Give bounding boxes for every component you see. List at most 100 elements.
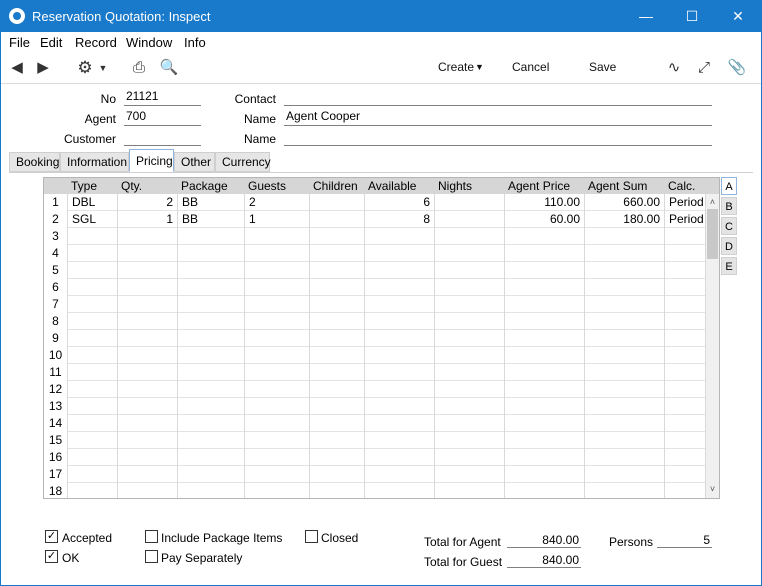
cell-qty[interactable]: 1 xyxy=(118,211,178,228)
cell-children[interactable] xyxy=(310,228,365,245)
column-header-nights[interactable]: Nights xyxy=(438,179,472,193)
cell-agent-sum[interactable] xyxy=(585,398,665,415)
cell-calc[interactable] xyxy=(665,449,706,466)
cell-package[interactable] xyxy=(178,364,245,381)
cell-type[interactable]: DBL xyxy=(68,194,118,211)
cell-agent-price[interactable] xyxy=(505,415,585,432)
cell-type[interactable] xyxy=(68,432,118,449)
cell-children[interactable] xyxy=(310,415,365,432)
cell-qty[interactable] xyxy=(118,347,178,364)
cell-nights[interactable] xyxy=(435,262,505,279)
cell-package[interactable]: BB xyxy=(178,194,245,211)
cell-agent-sum[interactable] xyxy=(585,245,665,262)
cell-package[interactable] xyxy=(178,381,245,398)
cell-type[interactable] xyxy=(68,415,118,432)
cell-nights[interactable] xyxy=(435,245,505,262)
cell-calc[interactable] xyxy=(665,296,706,313)
cell-guests[interactable] xyxy=(245,313,310,330)
cell-nights[interactable] xyxy=(435,415,505,432)
create-button[interactable]: Create xyxy=(438,60,474,74)
cell-children[interactable] xyxy=(310,211,365,228)
cell-agent-sum[interactable] xyxy=(585,279,665,296)
side-tab-e[interactable]: E xyxy=(721,257,737,275)
table-row[interactable]: 4 xyxy=(44,245,706,262)
persons-field[interactable]: 5 xyxy=(657,533,712,548)
cell-available[interactable] xyxy=(365,364,435,381)
cell-children[interactable] xyxy=(310,245,365,262)
cell-nights[interactable] xyxy=(435,364,505,381)
table-row[interactable]: 14 xyxy=(44,415,706,432)
column-header-available[interactable]: Available xyxy=(368,179,416,193)
tab-other[interactable]: Other xyxy=(174,152,215,172)
cell-agent-price[interactable] xyxy=(505,483,585,498)
cell-calc[interactable] xyxy=(665,228,706,245)
minimize-icon[interactable]: — xyxy=(623,1,669,32)
scroll-up-icon[interactable]: ˄ xyxy=(706,196,719,209)
cell-qty[interactable] xyxy=(118,245,178,262)
cell-type[interactable] xyxy=(68,330,118,347)
cell-guests[interactable] xyxy=(245,279,310,296)
cell-calc[interactable] xyxy=(665,262,706,279)
cell-agent-sum[interactable] xyxy=(585,347,665,364)
agent-field[interactable]: 700 xyxy=(124,109,201,126)
accepted-checkbox[interactable]: ✓ xyxy=(45,530,58,543)
menu-file[interactable]: File xyxy=(9,35,30,50)
cell-nights[interactable] xyxy=(435,483,505,498)
cell-guests[interactable] xyxy=(245,262,310,279)
cell-available[interactable]: 6 xyxy=(365,194,435,211)
side-tab-d[interactable]: D xyxy=(721,237,737,255)
cell-available[interactable] xyxy=(365,381,435,398)
cell-qty[interactable] xyxy=(118,364,178,381)
cell-children[interactable] xyxy=(310,449,365,466)
cell-children[interactable] xyxy=(310,313,365,330)
cell-agent-sum[interactable] xyxy=(585,364,665,381)
cell-qty[interactable] xyxy=(118,466,178,483)
print-icon[interactable]: ⎙ xyxy=(129,58,149,78)
cell-nights[interactable] xyxy=(435,432,505,449)
ok-checkbox[interactable]: ✓ xyxy=(45,550,58,563)
cell-agent-price[interactable] xyxy=(505,449,585,466)
cell-agent-price[interactable]: 60.00 xyxy=(505,211,585,228)
cell-type[interactable] xyxy=(68,245,118,262)
cell-agent-sum[interactable] xyxy=(585,330,665,347)
cell-guests[interactable] xyxy=(245,483,310,498)
cell-package[interactable]: BB xyxy=(178,211,245,228)
cell-calc[interactable] xyxy=(665,279,706,296)
cell-package[interactable] xyxy=(178,466,245,483)
gear-menu-chevron-icon[interactable]: ▼ xyxy=(93,58,113,78)
cell-nights[interactable] xyxy=(435,313,505,330)
no-field[interactable]: 21121 xyxy=(124,89,201,106)
closed-checkbox[interactable] xyxy=(305,530,318,543)
menu-record[interactable]: Record xyxy=(75,35,117,50)
cell-guests[interactable] xyxy=(245,381,310,398)
table-row[interactable]: 17 xyxy=(44,466,706,483)
scroll-down-icon[interactable]: ˅ xyxy=(706,483,719,496)
cell-agent-price[interactable] xyxy=(505,330,585,347)
menu-info[interactable]: Info xyxy=(184,35,206,50)
tab-currency[interactable]: Currency xyxy=(215,152,271,172)
cell-qty[interactable] xyxy=(118,330,178,347)
cell-agent-sum[interactable] xyxy=(585,296,665,313)
cell-nights[interactable] xyxy=(435,330,505,347)
cell-agent-price[interactable] xyxy=(505,466,585,483)
include-package-items-checkbox[interactable] xyxy=(145,530,158,543)
cell-agent-price[interactable] xyxy=(505,364,585,381)
cell-type[interactable] xyxy=(68,262,118,279)
column-header-calc[interactable]: Calc. xyxy=(668,179,695,193)
cell-guests[interactable] xyxy=(245,432,310,449)
cell-guests[interactable] xyxy=(245,449,310,466)
title-bar[interactable]: Reservation Quotation: Inspect — ☐ ✕ xyxy=(1,1,761,32)
cancel-button[interactable]: Cancel xyxy=(512,60,549,74)
table-row[interactable]: 9 xyxy=(44,330,706,347)
next-record-icon[interactable]: ▶ xyxy=(33,58,53,78)
cell-qty[interactable] xyxy=(118,262,178,279)
contact-field[interactable] xyxy=(284,89,712,106)
cell-available[interactable] xyxy=(365,279,435,296)
column-header-qty[interactable]: Qty. xyxy=(121,179,142,193)
cell-guests[interactable] xyxy=(245,364,310,381)
cell-type[interactable] xyxy=(68,347,118,364)
cell-type[interactable] xyxy=(68,398,118,415)
cell-children[interactable] xyxy=(310,330,365,347)
menu-edit[interactable]: Edit xyxy=(40,35,62,50)
cell-type[interactable] xyxy=(68,466,118,483)
